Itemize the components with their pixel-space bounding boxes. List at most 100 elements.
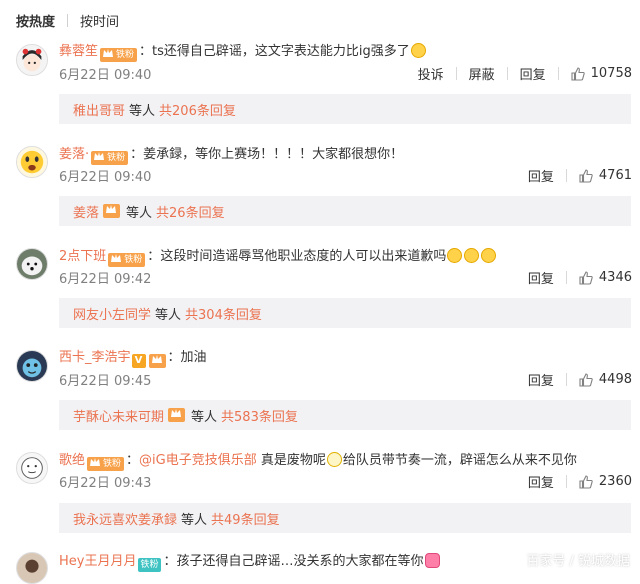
reply-username[interactable]: 姜落 <box>73 202 99 221</box>
reply-button[interactable]: 回复 <box>528 472 554 491</box>
comment-actions: 回复 4498 <box>516 370 632 389</box>
reply-count-link[interactable]: 共206条回复 <box>159 100 236 119</box>
reply-button[interactable]: 回复 <box>528 268 554 287</box>
like-button[interactable]: 4346 <box>579 270 632 285</box>
comment-actions: 回复 4346 <box>516 268 632 287</box>
like-button[interactable]: 4498 <box>579 372 632 387</box>
comment-username[interactable]: Hey王月月月 <box>59 554 136 569</box>
worried-emoji-icon <box>326 452 342 467</box>
tab-by-time[interactable]: 按时间 <box>80 11 119 30</box>
comment-line: Hey王月月月 铁粉 ：孩子还得自己辟谣…没关系的大家都在等你 <box>59 550 441 572</box>
reply-label: 等人 <box>129 103 156 119</box>
like-count: 4346 <box>598 270 632 285</box>
comment-time: 6月22日 09:43 <box>59 476 152 491</box>
reply-button[interactable]: 回复 <box>528 166 554 185</box>
comment-username[interactable]: 姜落· <box>59 147 89 162</box>
like-button[interactable]: 4761 <box>579 168 632 183</box>
comment-time: 6月22日 09:40 <box>59 170 152 185</box>
action-divider <box>557 67 559 80</box>
reply-button[interactable]: 回复 <box>528 370 554 389</box>
avatar[interactable] <box>16 248 48 280</box>
reply-username[interactable]: 我永远喜欢姜承録 <box>73 509 177 528</box>
comment-time: 6月22日 09:45 <box>59 374 152 389</box>
thumbs-up-icon <box>571 66 585 81</box>
avatar[interactable] <box>16 44 48 76</box>
comment-line: 姜落· 铁粉 ：姜承録，等你上赛场！！！！大家都很想你！ <box>59 147 404 165</box>
avatar[interactable] <box>16 452 48 484</box>
replies-summary[interactable]: 姜落 等人 共26条回复 <box>59 196 631 226</box>
comment-text: ts还得自己辟谣，这文字表达能力比ig强多了 <box>152 44 410 59</box>
thumbs-up-icon <box>579 372 593 387</box>
reply-count-link[interactable]: 共304条回复 <box>185 304 262 323</box>
grin-emoji-icon <box>447 248 463 263</box>
reply-label: 等人 <box>191 409 218 425</box>
avatar[interactable] <box>16 552 48 584</box>
tab-divider <box>67 13 69 27</box>
reply-username[interactable]: 稚出哥哥 <box>73 100 125 119</box>
reply-button[interactable]: 回复 <box>520 64 546 83</box>
replies-summary[interactable]: 芋酥心未来可期 等人 共583条回复 <box>59 400 631 430</box>
fan-badge <box>148 354 166 368</box>
reply-count-link[interactable]: 共49条回复 <box>211 509 280 528</box>
laugh-cry-emoji-icon <box>410 43 426 58</box>
tab-by-hotness[interactable]: 按热度 <box>16 11 55 30</box>
grin-emoji-icon <box>481 248 497 263</box>
fan-badge <box>168 408 186 422</box>
like-count: 4498 <box>598 372 632 387</box>
like-button[interactable]: 10758 <box>571 66 632 81</box>
comment-line: 歌绝 铁粉 ：@iG电子竞技俱乐部 真是废物呢 给队员带节奏一流，辟谣怎么从来不见你 <box>59 452 577 471</box>
action-divider <box>565 169 567 182</box>
heart-emoji-icon <box>424 553 440 568</box>
fan-badge: 铁粉 <box>138 558 162 572</box>
reply-count-link[interactable]: 共26条回复 <box>156 202 225 221</box>
comment-username[interactable]: 2点下班 <box>59 249 106 264</box>
action-divider <box>455 67 457 80</box>
reply-username[interactable]: 芋酥心未来可期 <box>73 406 164 425</box>
comment-line: 西卡_李浩宇 V ：加油 <box>59 350 207 368</box>
reply-username[interactable]: 网友小左同学 <box>73 304 151 323</box>
comment-text: 加油 <box>180 350 207 365</box>
comment-time: 6月22日 09:42 <box>59 272 152 287</box>
like-count: 10758 <box>590 66 632 81</box>
like-button[interactable]: 2360 <box>579 474 632 489</box>
fan-badge <box>103 204 121 218</box>
comment-text: 孩子还得自己辟谣…没关系的大家都在等你 <box>176 554 424 569</box>
comment-line: 彝蓉笙 铁粉 ：ts还得自己辟谣，这文字表达能力比ig强多了 <box>59 40 427 62</box>
action-divider <box>565 475 567 488</box>
replies-summary[interactable]: 我永远喜欢姜承録 等人 共49条回复 <box>59 503 631 533</box>
thumbs-up-icon <box>579 474 593 489</box>
action-divider <box>565 271 567 284</box>
comment-username[interactable]: 彝蓉笙 <box>59 44 98 59</box>
mention-link[interactable]: @iG电子竞技俱乐部 <box>139 453 257 468</box>
comment-text: 真是废物呢 <box>256 453 326 468</box>
comment-line: 2点下班 铁粉 ：这段时间造谣辱骂他职业态度的人可以出来道歉吗 <box>59 245 497 267</box>
comment-time: 6月22日 09:40 <box>59 68 152 83</box>
comment-text: 这段时间造谣辱骂他职业态度的人可以出来道歉吗 <box>160 249 447 264</box>
thumbs-up-icon <box>579 168 593 183</box>
action-divider <box>565 373 567 386</box>
fan-badge: 铁粉 <box>108 253 146 267</box>
block-button[interactable]: 屏蔽 <box>469 64 495 83</box>
fan-badge: 铁粉 <box>100 48 138 62</box>
report-button[interactable]: 投诉 <box>418 64 444 83</box>
comment-actions: 回复 2360 <box>516 472 632 491</box>
replies-summary[interactable]: 网友小左同学 等人 共304条回复 <box>59 298 631 328</box>
action-divider <box>506 67 508 80</box>
comment-username[interactable]: 西卡_李浩宇 <box>59 350 131 365</box>
reply-label: 等人 <box>181 512 208 528</box>
comment-actions: 回复 4761 <box>516 166 632 185</box>
reply-count-link[interactable]: 共583条回复 <box>221 406 298 425</box>
avatar[interactable] <box>16 146 48 178</box>
watermark: 百家号 / 锐城数据 <box>526 554 630 569</box>
comment-text-continued: 给队员带节奏一流，辟谣怎么从来不见你 <box>342 453 577 468</box>
comment-text: 姜承録，等你上赛场！！！！大家都很想你！ <box>143 147 404 162</box>
thumbs-up-icon <box>579 270 593 285</box>
reply-label: 等人 <box>126 205 153 221</box>
fan-badge: 铁粉 <box>87 457 125 471</box>
verified-v-icon: V <box>131 354 146 368</box>
like-count: 4761 <box>598 168 632 183</box>
replies-summary[interactable]: 稚出哥哥 等人 共206条回复 <box>59 94 631 124</box>
comment-username[interactable]: 歌绝 <box>59 453 85 468</box>
reply-label: 等人 <box>155 307 182 323</box>
avatar[interactable] <box>16 350 48 382</box>
